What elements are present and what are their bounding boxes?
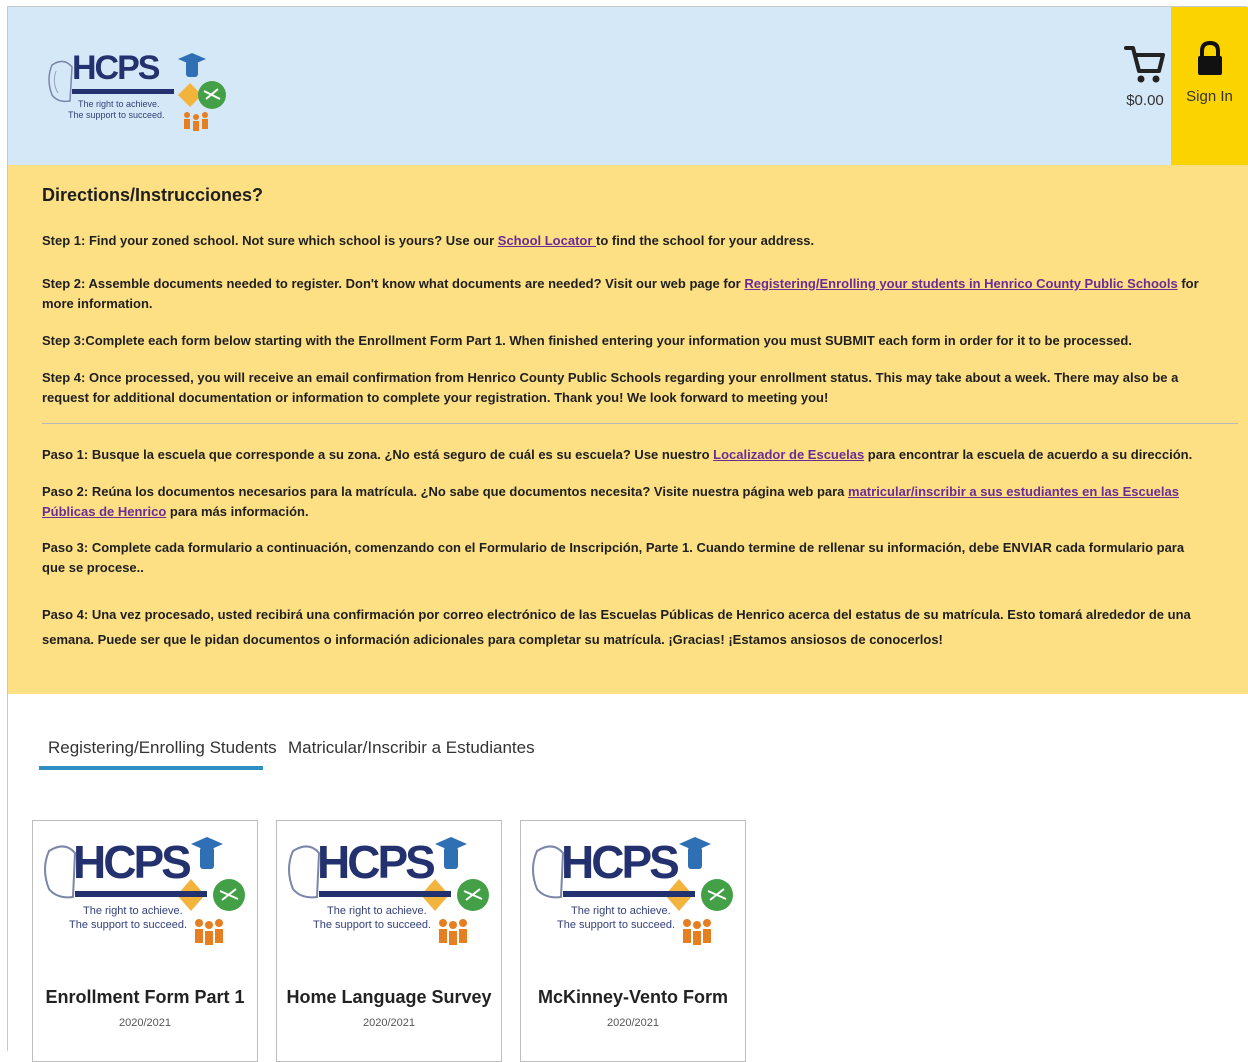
lock-icon [1197,40,1222,75]
logo-tagline-1: The right to achieve. [83,905,183,917]
step-2: Step 2: Assemble documents needed to reg… [42,274,1204,314]
sign-in-label: Sign In [1186,88,1233,105]
step-1-text-end: to find the school for your address. [596,233,815,248]
step-3: Step 3:Complete each form below starting… [42,333,1132,348]
registering-enrolling-link[interactable]: Registering/Enrolling your students in H… [744,276,1177,291]
paso-1-text: Paso 1: Busque la escuela que correspond… [42,447,714,462]
logo-wordmark: HCPS [73,836,192,888]
logo-wordmark: HCPS [317,836,436,888]
directions-title: Directions/Instrucciones? [42,185,264,205]
form-card-home-language[interactable]: HCPS The right to achieve. The support t… [276,820,502,1062]
sign-in-button[interactable]: Sign In [1171,7,1248,165]
step-2-text: Step 2: Assemble documents needed to reg… [42,276,745,291]
logo-tagline-1: The right to achieve. [78,99,160,109]
logo-stripe [75,891,207,897]
logo-tagline-2: The support to succeed. [557,919,676,931]
cart-total: $0.00 [1126,92,1164,109]
logo-wordmark: HCPS [561,836,680,888]
card-logo: HCPS The right to achieve. The support t… [39,829,251,959]
paso-2-text-end: para más información. [166,504,309,519]
logo-tagline-1: The right to achieve. [327,905,427,917]
step-1: Step 1: Find your zoned school. Not sure… [42,231,1204,251]
paso-1: Paso 1: Busque la escuela que correspond… [42,445,1204,465]
tab-registering-enrolling[interactable]: Registering/Enrolling Students [48,738,277,758]
card-logo: HCPS The right to achieve. The support t… [527,829,739,959]
directions-panel: Directions/Instrucciones? Step 1: Find y… [8,165,1248,694]
paso-2: Paso 2: Reúna los documentos necesarios … [42,482,1204,522]
divider [42,423,1238,424]
card-title: Enrollment Form Part 1 [45,987,245,1007]
card-title: McKinney-Vento Form [537,987,729,1007]
localizador-escuelas-link[interactable]: Localizador de Escuelas [713,447,864,462]
form-card-enrollment[interactable]: HCPS The right to achieve. The support t… [32,820,258,1062]
logo-stripe [72,89,174,94]
paso-4: Paso 4: Una vez procesado, usted recibir… [42,607,1191,647]
form-card-mckinney-vento[interactable]: HCPS The right to achieve. The support t… [520,820,746,1062]
hcps-logo[interactable]: HCPS The right to achieve. The support t… [44,47,229,137]
logo-tagline-2: The support to succeed. [69,919,188,931]
active-tab-indicator [39,766,263,770]
logo-wordmark: HCPS [72,49,160,87]
logo-stripe [319,891,451,897]
card-logo: HCPS The right to achieve. The support t… [283,829,495,959]
cart-button[interactable]: $0.00 [1122,43,1168,109]
logo-stripe [563,891,695,897]
logo-tagline-1: The right to achieve. [571,905,671,917]
card-year: 2020/2021 [119,1017,171,1029]
cart-icon [1124,46,1165,83]
paso-2-text: Paso 2: Reúna los documentos necesarios … [42,484,849,499]
step-4: Step 4: Once processed, you will receive… [42,370,1179,405]
paso-1-text-end: para encontrar la escuela de acuerdo a s… [864,447,1193,462]
card-title: Home Language Survey [286,987,492,1007]
card-year: 2020/2021 [363,1017,415,1029]
paso-3: Paso 3: Complete cada formulario a conti… [42,540,1185,575]
card-year: 2020/2021 [607,1017,659,1029]
site-header: HCPS The right to achieve. The support t… [8,7,1171,165]
logo-tagline-2: The support to succeed. [313,919,432,931]
school-locator-link[interactable]: School Locator [498,233,596,248]
step-1-text: Step 1: Find your zoned school. Not sure… [42,233,498,248]
tab-matricular-inscribir[interactable]: Matricular/Inscribir a Estudiantes [288,738,535,758]
logo-tagline-2: The support to succeed. [68,110,165,120]
